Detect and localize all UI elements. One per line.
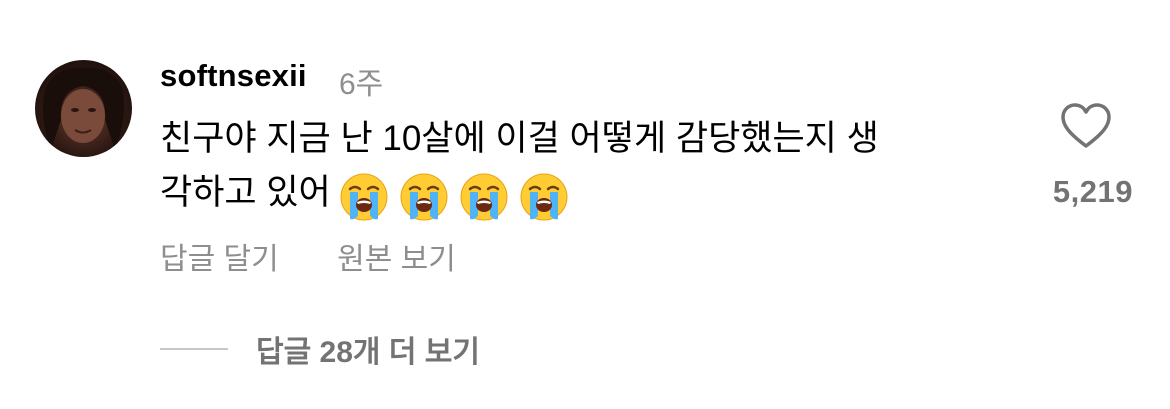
loudly-crying-face-icon — [520, 173, 568, 220]
comment-username[interactable]: softnsexii — [160, 58, 307, 94]
divider-line — [160, 348, 228, 350]
heart-icon[interactable] — [1060, 102, 1112, 150]
view-more-replies[interactable]: 답글 28개 더 보기 — [160, 327, 480, 371]
view-more-replies-label[interactable]: 답글 28개 더 보기 — [256, 327, 480, 371]
emoji-row — [339, 168, 579, 222]
comment-text-line-2: 각하고 있어 — [160, 166, 1000, 222]
profile-photo — [43, 67, 124, 150]
loudly-crying-face-icon — [460, 173, 508, 220]
comment-text-line-1: 친구야 지금 난 10살에 이걸 어떻게 감당했는지 생 — [160, 119, 879, 158]
comment-text: 친구야 지금 난 10살에 이걸 어떻게 감당했는지 생 각하고 있어 — [160, 112, 1000, 222]
reply-button[interactable]: 답글 달기 — [160, 234, 279, 278]
comment-text-line-2-text: 각하고 있어 — [160, 173, 331, 212]
loudly-crying-face-icon — [340, 173, 388, 220]
like-count: 5,219 — [1052, 174, 1133, 209]
loudly-crying-face-icon — [400, 173, 448, 220]
avatar[interactable] — [35, 60, 132, 157]
comment-timestamp: 6주 — [339, 68, 384, 101]
comment-actions: 답글 달기 원본 보기 — [160, 234, 456, 278]
see-original-button[interactable]: 원본 보기 — [337, 234, 456, 278]
